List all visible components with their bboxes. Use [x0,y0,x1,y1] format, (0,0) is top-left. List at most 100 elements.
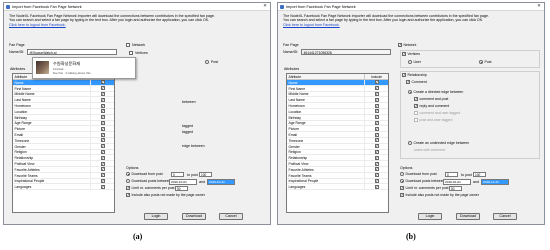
download-between-radio[interactable] [400,179,404,183]
include-checkbox[interactable]: ✓ [100,97,105,102]
include-column-header[interactable]: Include [365,74,388,79]
include-checkbox[interactable]: ✓ [374,115,379,120]
close-icon[interactable]: ✕ [537,3,541,9]
include-posts-option[interactable]: ✓ Include also posts not made by the pag… [126,193,205,197]
limit-comments-option[interactable]: ✓ Limit nr. comments per post to [126,186,178,190]
login-link[interactable]: Click here to logout from Facebook. [283,23,340,27]
attribute-row[interactable]: Languages ✓ [13,184,114,191]
login-button[interactable]: Login [144,213,168,220]
include-checkbox[interactable]: ✓ [100,115,105,120]
include-checkbox[interactable]: ✓ [100,126,105,131]
user-option[interactable]: User [408,60,421,64]
cancel-button[interactable]: Cancel [219,213,243,220]
cancel-button[interactable]: Cancel [493,213,517,220]
include-checkbox[interactable]: ✓ [374,120,379,125]
comment-option[interactable]: ✓ Comment [406,80,427,84]
limit-comments-checkbox[interactable]: ✓ [400,186,404,190]
post-user-tagged-checkbox[interactable] [414,118,418,122]
directed-edge-option[interactable]: Create a directed edge between [408,90,463,94]
vertices-checkbox[interactable]: ✓ [402,52,406,56]
comment-and-post-checkbox[interactable]: ✓ [414,97,418,101]
include-checkbox[interactable]: ✓ [100,149,105,154]
download-from-post-radio[interactable] [126,172,130,176]
comment-checkbox[interactable]: ✓ [406,80,410,84]
include-checkbox[interactable]: ✓ [374,109,379,114]
date-to-picker[interactable]: 2016-10-31 [207,179,235,185]
include-checkbox[interactable]: ✓ [374,86,379,91]
include-checkbox[interactable]: ✓ [100,173,105,178]
include-checkbox[interactable]: ✓ [374,149,379,154]
include-checkbox[interactable]: ✓ [100,178,105,183]
include-checkbox[interactable]: ✓ [100,86,105,91]
login-button[interactable]: Login [418,213,442,220]
to-post-spinner[interactable]: 100 [473,172,486,177]
include-checkbox[interactable]: ✓ [374,161,379,166]
include-posts-option[interactable]: ✓ Include also posts not made by the pag… [400,193,479,197]
download-between-option[interactable]: Download posts between [126,179,171,183]
from-post-spinner[interactable]: 0 [171,172,184,177]
comment-user-tagged-checkbox[interactable] [414,111,418,115]
fan-page-suggestion-popup[interactable]: 수원화성문화재 Festival like this · 0 talking a… [32,57,136,79]
login-link[interactable]: Click here to logout from Facebook. [9,23,66,27]
undirected-edge-option[interactable]: Create an undirected edge between [408,141,469,145]
users-with-comment-option[interactable]: users with comment [414,148,445,152]
from-post-spinner[interactable]: 0 [445,172,458,177]
include-checkbox[interactable]: ✓ [374,91,379,96]
include-checkbox[interactable]: ✓ [374,138,379,143]
directed-edge-radio[interactable] [408,90,412,94]
vertices-option[interactable]: ✓ Vertices [402,52,420,56]
network-checkbox[interactable]: ✓ [398,43,402,47]
include-checkbox[interactable]: ✓ [374,103,379,108]
post-radio[interactable] [479,60,483,64]
fan-page-input[interactable]: @SuwonWatch-st [27,49,117,55]
post-radio[interactable] [205,60,209,64]
date-to-picker[interactable]: 2016-12-31 [481,179,509,185]
post-option[interactable]: Post [479,60,492,64]
include-checkbox[interactable]: ✓ [100,109,105,114]
comment-user-tagged-option[interactable]: comment and user tagged [414,111,460,115]
vertices-checkbox[interactable] [129,51,133,55]
include-checkbox[interactable]: ✓ [374,184,379,189]
include-checkbox[interactable]: ✓ [100,167,105,172]
download-button[interactable]: Download [182,213,206,220]
download-from-post-option[interactable]: Download from post [400,172,437,176]
download-button[interactable]: Download [456,213,480,220]
date-from-picker[interactable]: 2016-10-01 [169,179,197,185]
attribute-row[interactable]: Languages ✓ [287,184,388,191]
include-checkbox[interactable]: ✓ [374,155,379,160]
reply-and-comment-option[interactable]: ✓ reply and comment [414,104,449,108]
include-checkbox[interactable]: ✓ [100,103,105,108]
attribute-column-header[interactable]: Attribute [287,74,365,79]
include-checkbox[interactable]: ✓ [374,173,379,178]
date-from-picker[interactable]: 2016-01-01 [443,179,471,185]
user-radio[interactable] [408,60,412,64]
limit-comments-option[interactable]: ✓ Limit nr. comments per post to [400,186,452,190]
include-checkbox[interactable]: ✓ [374,97,379,102]
limit-spinner[interactable]: 50 [449,186,462,191]
relationship-option[interactable]: ✓ Relationship [402,73,427,77]
network-checkbox[interactable] [126,43,130,47]
limit-comments-checkbox[interactable]: ✓ [126,186,130,190]
download-from-post-radio[interactable] [400,172,404,176]
include-posts-checkbox[interactable]: ✓ [400,193,404,197]
reply-and-comment-checkbox[interactable]: ✓ [414,104,418,108]
include-checkbox[interactable]: ✓ [100,138,105,143]
include-checkbox[interactable]: ✓ [100,132,105,137]
include-checkbox[interactable]: ✓ [374,144,379,149]
undirected-edge-radio[interactable] [408,141,412,145]
include-posts-checkbox[interactable]: ✓ [126,193,130,197]
limit-spinner[interactable]: 50 [175,186,188,191]
include-checkbox[interactable]: ✓ [100,120,105,125]
comment-and-post-option[interactable]: ✓ comment and post [414,97,448,101]
include-checkbox[interactable]: ✓ [374,132,379,137]
post-user-tagged-option[interactable]: post and user tagged [414,118,452,122]
include-checkbox[interactable]: ✓ [374,126,379,131]
include-checkbox[interactable]: ✓ [100,91,105,96]
include-checkbox[interactable]: ✓ [374,178,379,183]
download-between-radio[interactable] [126,179,130,183]
include-checkbox[interactable]: ✓ [374,167,379,172]
include-checkbox[interactable]: ✓ [374,80,379,85]
include-checkbox[interactable]: ✓ [100,155,105,160]
download-from-post-option[interactable]: Download from post [126,172,163,176]
include-checkbox[interactable]: ✓ [100,144,105,149]
